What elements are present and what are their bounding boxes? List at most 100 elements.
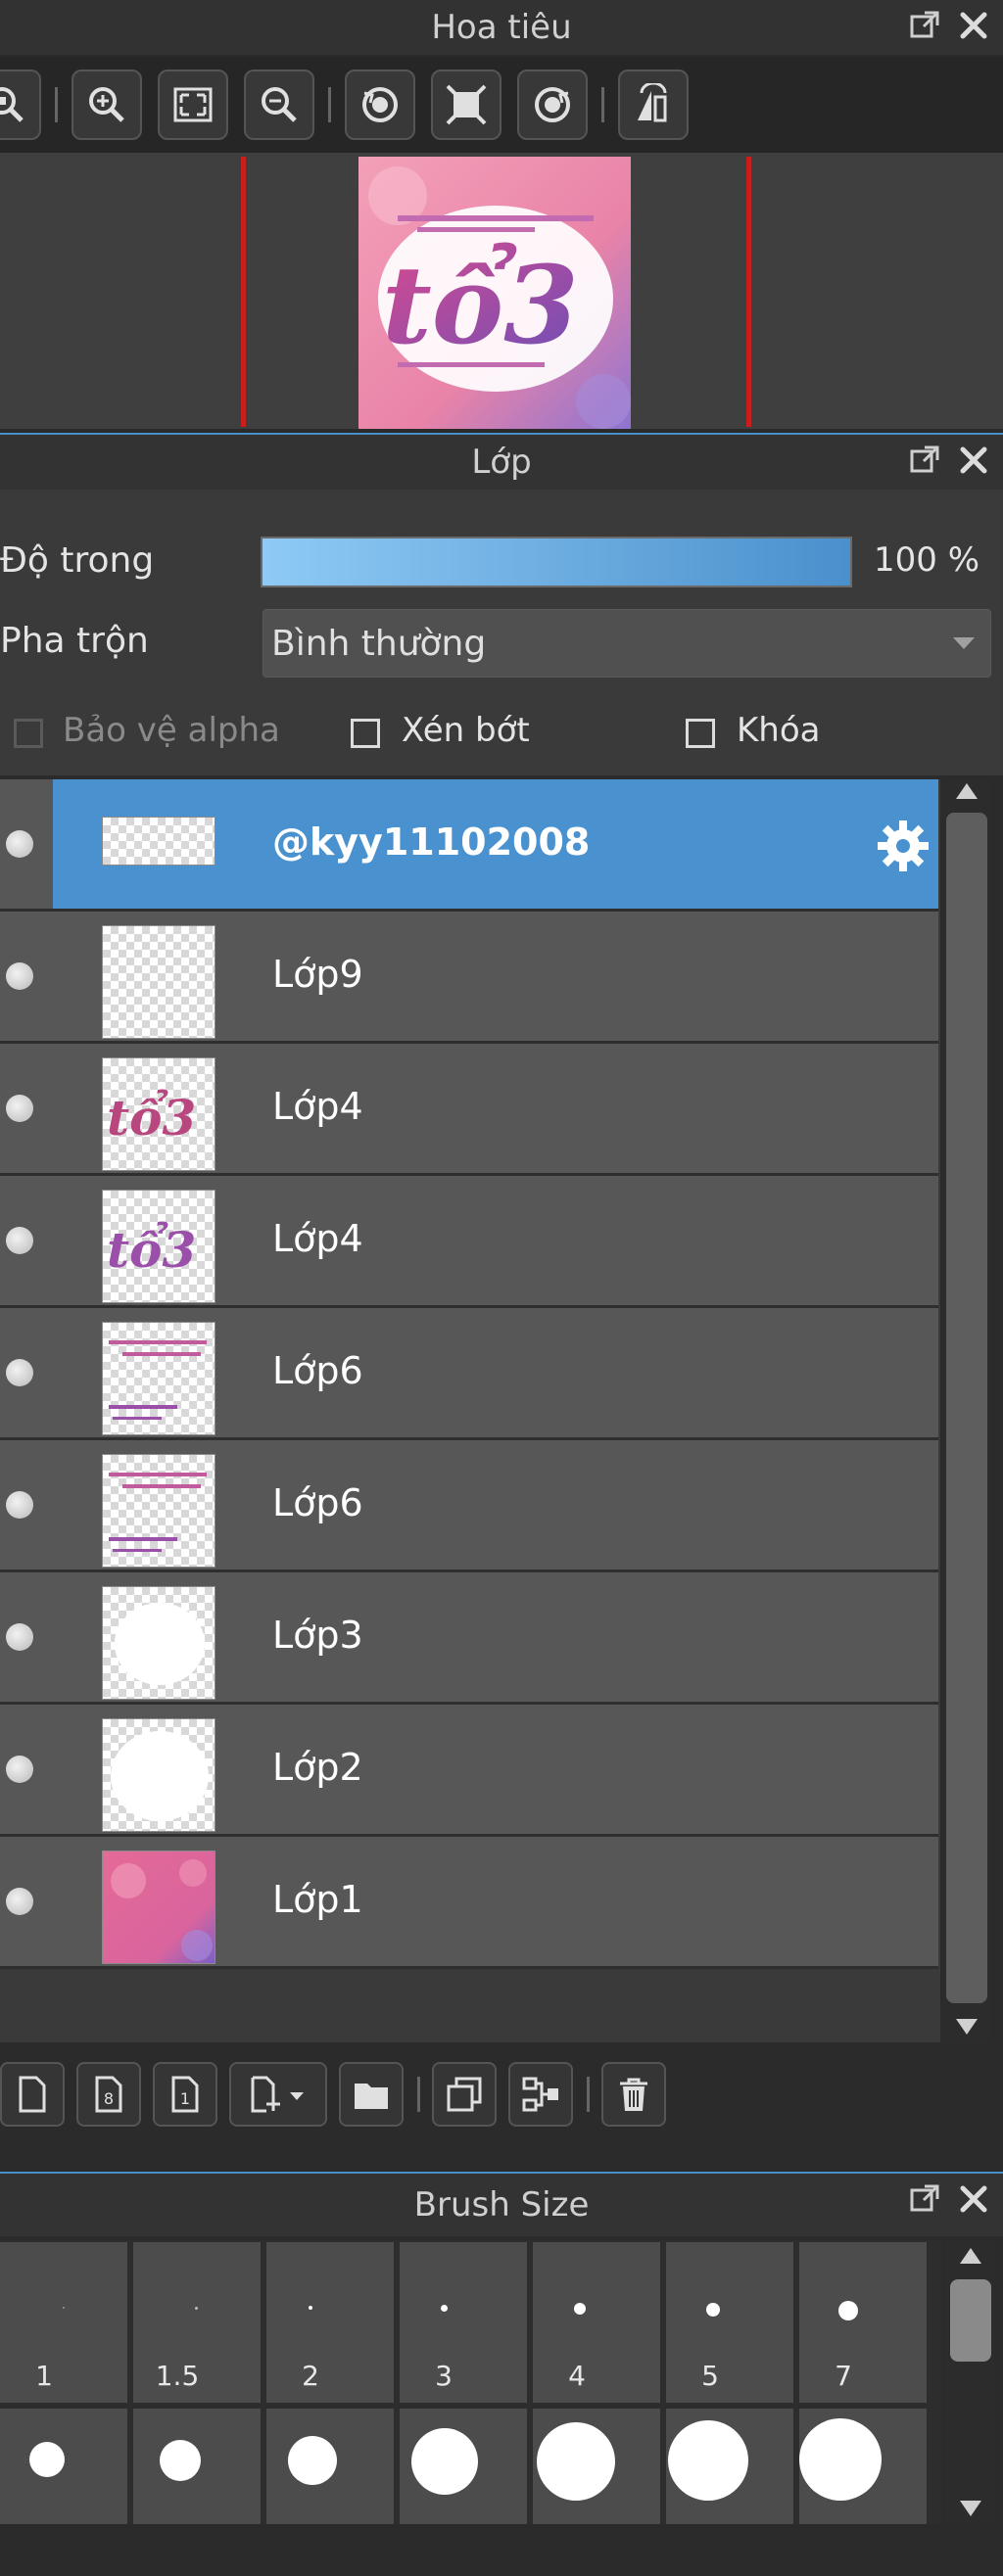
brush-size-cell[interactable] xyxy=(400,2409,527,2524)
visibility-toggle-icon[interactable] xyxy=(6,1888,33,1915)
new-8bit-layer-button[interactable]: 8 xyxy=(76,2062,141,2127)
popout-icon[interactable] xyxy=(907,2181,942,2217)
brush-size-cell[interactable] xyxy=(799,2409,927,2524)
delete-layer-button[interactable] xyxy=(601,2062,666,2127)
visibility-toggle-icon[interactable] xyxy=(6,1227,33,1254)
lock-checkbox[interactable] xyxy=(686,719,715,748)
zoom-in-button[interactable] xyxy=(72,70,142,140)
zoom-fit-button[interactable] xyxy=(0,70,41,140)
opacity-slider[interactable] xyxy=(261,537,852,587)
layer-row[interactable]: Lớp9 xyxy=(0,912,938,1044)
navigator-preview[interactable]: tổ3 xyxy=(0,153,1003,429)
visibility-toggle-icon[interactable] xyxy=(6,1623,33,1651)
layer-thumbnail-text: tổ3 xyxy=(107,1220,196,1279)
opacity-slider-fill xyxy=(263,539,850,585)
canvas-viewport-left-edge xyxy=(241,157,246,427)
brush-size-cell[interactable] xyxy=(133,2409,261,2524)
visibility-toggle-icon[interactable] xyxy=(6,830,33,858)
layer-row[interactable]: Lớp6 xyxy=(0,1308,938,1440)
panel-bottom xyxy=(0,2528,1003,2576)
brush-size-cell[interactable]: 7 xyxy=(799,2242,927,2403)
rotate-right-button[interactable] xyxy=(517,70,588,140)
brush-size-cell[interactable]: 1 xyxy=(0,2242,127,2403)
popout-icon[interactable] xyxy=(907,443,942,478)
close-icon[interactable] xyxy=(956,8,991,43)
brush-size-cell[interactable]: 3 xyxy=(400,2242,527,2403)
gear-icon[interactable] xyxy=(874,817,932,875)
blend-mode-select[interactable]: Bình thường xyxy=(263,609,991,678)
visibility-column xyxy=(0,1176,53,1305)
close-icon[interactable] xyxy=(956,443,991,478)
svg-text:1: 1 xyxy=(180,2089,190,2108)
brush-size-scrollbar[interactable] xyxy=(946,2240,993,2524)
zoom-out-button[interactable] xyxy=(244,70,314,140)
new-layer-button[interactable] xyxy=(0,2062,65,2127)
new-1bit-layer-button[interactable]: 1 xyxy=(153,2062,217,2127)
reset-rotation-button[interactable] xyxy=(431,70,502,140)
scroll-down-icon[interactable] xyxy=(958,2497,983,2520)
zoom-in-icon xyxy=(89,87,124,122)
layer-thumbnail: tổ3 xyxy=(102,1057,215,1171)
layer-row[interactable]: Lớp2 xyxy=(0,1705,938,1837)
folder-icon xyxy=(355,2084,388,2109)
duplicate-layer-button[interactable] xyxy=(432,2062,497,2127)
brush-size-cell[interactable]: 2 xyxy=(266,2242,394,2403)
clipping-checkbox[interactable] xyxy=(351,719,380,748)
layer-row[interactable]: Lớp6 xyxy=(0,1440,938,1572)
layer-8bit-icon: 8 xyxy=(95,2076,122,2113)
flip-horizontal-button[interactable] xyxy=(618,70,689,140)
layer-list-scrollbar[interactable] xyxy=(942,779,991,2042)
layer-thumbnail xyxy=(102,925,215,1039)
toolbar-separator xyxy=(55,87,58,122)
layer-name: Lớp4 xyxy=(272,1085,363,1128)
brush-size-cell[interactable] xyxy=(533,2409,660,2524)
navigator-title: Hoa tiêu xyxy=(431,8,572,47)
brush-size-cell[interactable] xyxy=(666,2409,793,2524)
flip-horizontal-icon xyxy=(638,83,667,122)
visibility-toggle-icon[interactable] xyxy=(6,962,33,990)
scrollbar-thumb[interactable] xyxy=(946,813,987,2003)
zoom-fit-icon xyxy=(0,87,24,122)
scroll-up-icon[interactable] xyxy=(958,2244,983,2268)
layer-row[interactable]: Lớp1 xyxy=(0,1837,938,1969)
layer-name: Lớp1 xyxy=(272,1878,363,1921)
trash-icon xyxy=(620,2078,647,2111)
layer-row[interactable]: tổ3 Lớp4 xyxy=(0,1044,938,1176)
layer-name: Lớp3 xyxy=(272,1614,363,1657)
visibility-toggle-icon[interactable] xyxy=(6,1359,33,1386)
layer-name: @kyy11102008 xyxy=(272,820,591,864)
visibility-column xyxy=(0,1440,53,1569)
visibility-column xyxy=(0,1837,53,1966)
popout-icon[interactable] xyxy=(907,8,942,43)
layer-row[interactable]: @kyy11102008 xyxy=(0,779,938,912)
visibility-column xyxy=(0,1308,53,1437)
layer-thumbnail: tổ3 xyxy=(102,1190,215,1303)
brush-size-label: 1 xyxy=(35,2360,53,2392)
add-layer-dropdown-button[interactable] xyxy=(229,2062,327,2127)
reset-rotation-icon xyxy=(446,84,487,125)
brush-size-cell[interactable]: 4 xyxy=(533,2242,660,2403)
rotate-left-button[interactable] xyxy=(345,70,415,140)
merge-down-button[interactable] xyxy=(508,2062,573,2127)
protect-alpha-checkbox[interactable] xyxy=(14,719,43,748)
clipping-label: Xén bớt xyxy=(402,711,530,750)
layer-row[interactable]: Lớp3 xyxy=(0,1572,938,1705)
new-folder-button[interactable] xyxy=(339,2062,404,2127)
scrollbar-thumb[interactable] xyxy=(950,2279,991,2362)
brush-size-cell[interactable]: 5 xyxy=(666,2242,793,2403)
visibility-toggle-icon[interactable] xyxy=(6,1756,33,1783)
brush-size-cell[interactable] xyxy=(0,2409,127,2524)
layer-thumbnail xyxy=(102,1454,215,1568)
scroll-down-icon[interactable] xyxy=(954,2015,979,2038)
close-icon[interactable] xyxy=(956,2181,991,2217)
visibility-toggle-icon[interactable] xyxy=(6,1491,33,1519)
brush-size-cell[interactable] xyxy=(266,2409,394,2524)
blend-mode-value: Bình thường xyxy=(271,623,487,664)
layer-name: Lớp4 xyxy=(272,1217,363,1260)
brush-size-cell[interactable]: 1.5 xyxy=(133,2242,261,2403)
brush-size-label: 5 xyxy=(701,2360,719,2392)
layer-row[interactable]: tổ3 Lớp4 xyxy=(0,1176,938,1308)
fit-screen-button[interactable] xyxy=(158,70,228,140)
scroll-up-icon[interactable] xyxy=(954,779,979,803)
visibility-toggle-icon[interactable] xyxy=(6,1095,33,1122)
